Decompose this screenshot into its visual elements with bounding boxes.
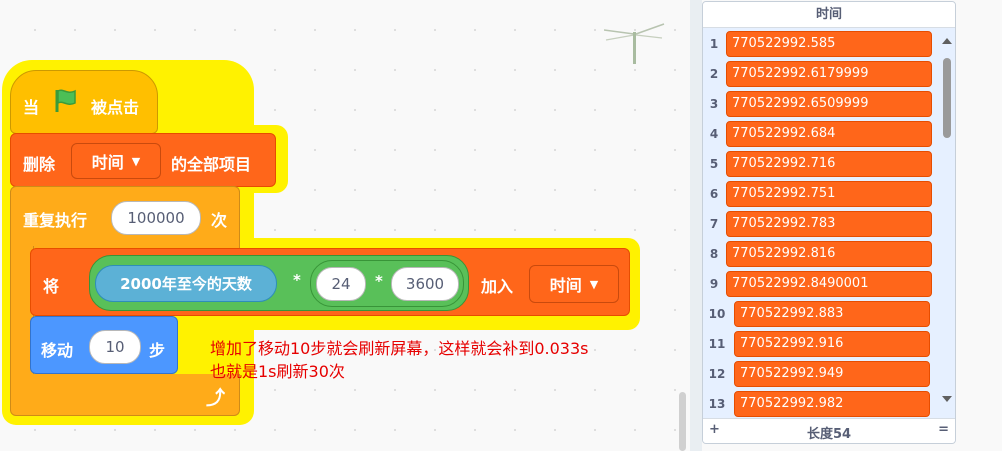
list-item-value[interactable]: 770522992.585 (726, 31, 932, 57)
list-item: 4 770522992.684 (703, 119, 939, 149)
when-flag-clicked-block[interactable]: 当 被点击 (10, 70, 158, 134)
list-item-index: 4 (709, 127, 719, 141)
scroll-up-icon[interactable] (942, 38, 952, 44)
move-steps-input[interactable]: 10 (89, 330, 141, 364)
chevron-down-icon: ▼ (131, 154, 141, 168)
list-item-value[interactable]: 770522992.6179999 (726, 61, 932, 87)
repeat-block[interactable]: 重复执行 100000 次 (10, 186, 240, 248)
workspace-scrollbar[interactable] (679, 392, 686, 451)
list-monitor-footer: + 长度54 = (703, 418, 955, 443)
repeat-count-input[interactable]: 100000 (111, 201, 201, 235)
inner-multiply-operator-block[interactable]: 24 * 3600 (310, 260, 464, 307)
list-item-index: 1 (709, 37, 719, 51)
annotation-line-1: 增加了移动10步就会刷新屏幕，这样就会补到0.033s (210, 339, 589, 358)
list-dropdown[interactable]: 时间 ▼ (529, 265, 619, 303)
multiply-operator-block[interactable]: 2000年至今的天数 * 24 * 3600 (89, 255, 469, 311)
loop-arrow-icon: ⤴ (206, 387, 226, 409)
list-item: 2 770522992.6179999 (703, 59, 939, 89)
list-item-index: 8 (709, 247, 719, 261)
list-dropdown[interactable]: 时间 ▼ (71, 143, 161, 179)
move-steps-block[interactable]: 移动 10 步 (30, 316, 178, 374)
list-dropdown-label: 时间 (549, 276, 582, 295)
days-since-2000-reporter[interactable]: 2000年至今的天数 (95, 265, 277, 302)
list-item: 11 770522992.916 (703, 329, 939, 359)
list-item-index: 12 (708, 367, 726, 381)
list-item-index: 11 (708, 337, 726, 351)
list-item: 8 770522992.816 (703, 239, 939, 269)
add-to-list-block[interactable]: 将 2000年至今的天数 * 24 * 3600 加入 时间 ▼ (30, 248, 630, 316)
list-scrollbar[interactable] (939, 28, 955, 413)
multiply-sign: * (375, 272, 383, 290)
list-item-index: 10 (708, 307, 726, 321)
list-item-value[interactable]: 770522992.883 (734, 301, 930, 327)
list-item-index: 13 (708, 397, 726, 411)
delete-label: 删除 (23, 155, 56, 174)
list-dropdown-label: 时间 (91, 153, 124, 172)
list-item-value[interactable]: 770522992.949 (734, 361, 930, 387)
repeat-block-footer: ⤴ (10, 374, 240, 416)
add-label: 将 (43, 277, 60, 296)
panel-divider (690, 0, 702, 451)
delete-all-of-list-block[interactable]: 删除 时间 ▼ 的全部项目 (10, 133, 276, 187)
number-input-3600[interactable]: 3600 (391, 267, 459, 301)
dragonfly-sprite-icon (603, 22, 666, 70)
list-item-value[interactable]: 770522992.816 (726, 241, 932, 267)
resize-handle[interactable]: = (938, 422, 949, 437)
repeat-suffix-label: 次 (211, 211, 228, 230)
list-item: 6 770522992.751 (703, 179, 939, 209)
list-item-index: 7 (709, 217, 719, 231)
delete-suffix-label: 的全部项目 (171, 155, 252, 174)
list-item-value[interactable]: 770522992.982 (734, 391, 930, 417)
number-input-24[interactable]: 24 (316, 267, 366, 301)
hat-clicked-label: 被点击 (91, 98, 140, 117)
list-item-value[interactable]: 770522992.751 (726, 181, 932, 207)
list-item-index: 6 (709, 187, 719, 201)
hat-when-label: 当 (23, 98, 40, 117)
scroll-thumb[interactable] (943, 58, 951, 138)
list-item-value[interactable]: 770522992.916 (734, 331, 930, 357)
list-item: 5 770522992.716 (703, 149, 939, 179)
list-item-value[interactable]: 770522992.6509999 (726, 91, 932, 117)
list-item: 1 770522992.585 (703, 29, 939, 59)
multiply-sign: * (293, 271, 301, 289)
list-item-index: 5 (709, 157, 719, 171)
list-item: 9 770522992.8490001 (703, 269, 939, 299)
move-label: 移动 (41, 341, 74, 360)
list-item: 13 770522992.982 (703, 389, 939, 419)
move-suffix-label: 步 (149, 341, 166, 360)
list-length-label: 长度54 (806, 427, 852, 442)
list-item: 10 770522992.883 (703, 299, 939, 329)
list-item-value[interactable]: 770522992.684 (726, 121, 932, 147)
list-monitor-title: 时间 (703, 2, 955, 28)
list-item-index: 2 (709, 67, 719, 81)
green-flag-icon (53, 88, 79, 118)
list-monitor[interactable]: 时间 1 770522992.585 2 770522992.6179999 3 77… (702, 1, 956, 444)
list-item-index: 3 (709, 97, 719, 111)
list-item: 3 770522992.6509999 (703, 89, 939, 119)
list-item-value[interactable]: 770522992.716 (726, 151, 932, 177)
list-item: 12 770522992.949 (703, 359, 939, 389)
code-workspace[interactable]: 当 被点击 删除 时间 ▼ 的全部项目 重复执行 100000 次 ⤴ 将 20… (0, 0, 690, 451)
annotation-line-2: 也就是1s刷新30次 (210, 362, 345, 381)
list-item-index: 9 (709, 277, 719, 291)
list-item-value[interactable]: 770522992.8490001 (726, 271, 932, 297)
scroll-down-icon[interactable] (942, 396, 952, 402)
list-item: 7 770522992.783 (703, 209, 939, 239)
list-item-value[interactable]: 770522992.783 (726, 211, 932, 237)
chevron-down-icon: ▼ (589, 277, 599, 291)
join-label: 加入 (481, 277, 514, 296)
repeat-label: 重复执行 (23, 211, 88, 230)
